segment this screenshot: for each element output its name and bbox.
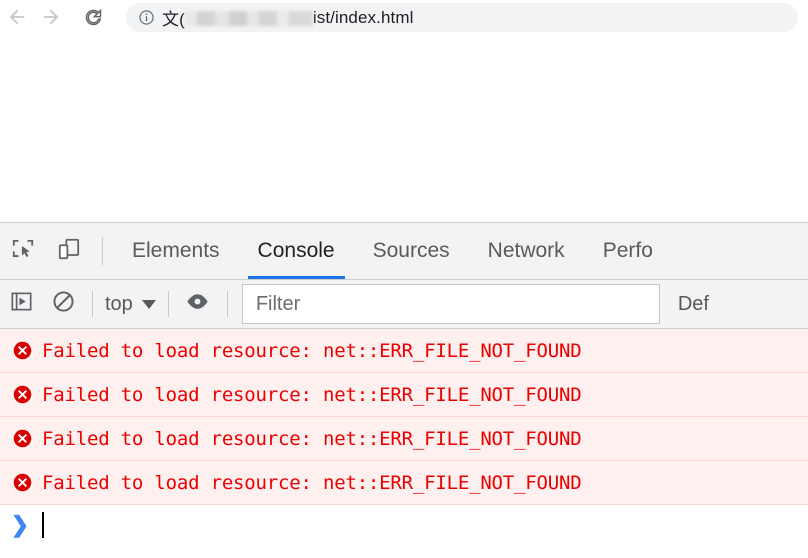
tab-sources[interactable]: Sources [354, 223, 469, 279]
live-expression-eye-icon [184, 288, 211, 320]
console-toolbar: top Def [0, 280, 808, 329]
console-filter[interactable] [241, 284, 660, 324]
tab-label: Console [257, 239, 335, 262]
clear-console-icon [51, 289, 76, 319]
error-circle-icon [6, 373, 38, 417]
text-cursor [42, 512, 44, 538]
toolbar-divider [102, 237, 103, 265]
inspect-element-button[interactable] [0, 223, 46, 279]
console-toolbar-divider [92, 291, 93, 317]
address-bar[interactable]: 文( ist/index.html [126, 3, 798, 32]
devtools-panel: Elements Console Sources Network Perfo t… [0, 222, 808, 558]
chevron-down-icon [141, 299, 156, 309]
error-circle-icon [6, 461, 38, 505]
tab-console[interactable]: Console [239, 223, 354, 279]
execute-snippet-button[interactable] [0, 280, 42, 328]
reload-icon [83, 7, 104, 28]
back-button[interactable] [0, 0, 34, 34]
tab-label: Perfo [602, 239, 653, 262]
browser-window: 文( ist/index.html Elements Console Sourc… [0, 0, 808, 558]
tab-network[interactable]: Network [469, 223, 584, 279]
console-message-row[interactable]: Failed to load resource: net::ERR_FILE_N… [0, 417, 808, 461]
tab-elements[interactable]: Elements [113, 223, 239, 279]
address-bar-url: 文( ist/index.html [162, 5, 413, 30]
tab-performance[interactable]: Perfo [584, 223, 672, 279]
console-message-row[interactable]: Failed to load resource: net::ERR_FILE_N… [0, 329, 808, 373]
log-levels-label: Def [677, 292, 709, 315]
console-toolbar-divider-3 [226, 291, 228, 317]
reload-button[interactable] [76, 0, 110, 34]
device-toolbar-icon [56, 236, 82, 267]
execute-snippet-icon [9, 289, 34, 319]
console-prompt[interactable]: ❯ [0, 505, 808, 545]
tab-label: Sources [372, 239, 450, 262]
console-message-text: Failed to load resource: net::ERR_FILE_N… [42, 471, 582, 494]
log-levels-selector[interactable]: Def [678, 293, 709, 316]
live-expression-button[interactable] [177, 280, 219, 328]
tab-label: Elements [132, 239, 220, 262]
error-circle-icon [6, 329, 38, 373]
console-message-text: Failed to load resource: net::ERR_FILE_N… [42, 339, 582, 362]
tab-label: Network [487, 239, 565, 262]
execution-context-selector[interactable]: top [101, 293, 160, 316]
url-prefix: 文( [162, 10, 185, 29]
console-message-text: Failed to load resource: net::ERR_FILE_N… [42, 427, 582, 450]
console-message-row[interactable]: Failed to load resource: net::ERR_FILE_N… [0, 461, 808, 505]
clear-console-button[interactable] [42, 280, 84, 328]
execution-context-label: top [105, 292, 133, 315]
arrow-right-icon [40, 6, 62, 28]
console-message-row[interactable]: Failed to load resource: net::ERR_FILE_N… [0, 373, 808, 417]
error-circle-icon [6, 417, 38, 461]
console-message-list[interactable]: Failed to load resource: net::ERR_FILE_N… [0, 329, 808, 558]
prompt-caret-icon: ❯ [10, 512, 30, 537]
console-message-text: Failed to load resource: net::ERR_FILE_N… [42, 383, 582, 406]
url-redacted-blur [184, 11, 313, 26]
arrow-left-icon [6, 6, 28, 28]
devtools-tabbar: Elements Console Sources Network Perfo [0, 223, 808, 280]
browser-toolbar: 文( ist/index.html [0, 0, 808, 34]
url-suffix: ist/index.html [312, 7, 414, 27]
inspect-element-icon [10, 236, 36, 267]
page-viewport[interactable] [0, 34, 808, 222]
filter-input[interactable] [253, 291, 659, 317]
forward-button[interactable] [34, 0, 68, 34]
info-circle-icon[interactable] [136, 8, 156, 28]
device-toolbar-button[interactable] [46, 223, 92, 279]
console-toolbar-divider-2 [167, 291, 169, 317]
